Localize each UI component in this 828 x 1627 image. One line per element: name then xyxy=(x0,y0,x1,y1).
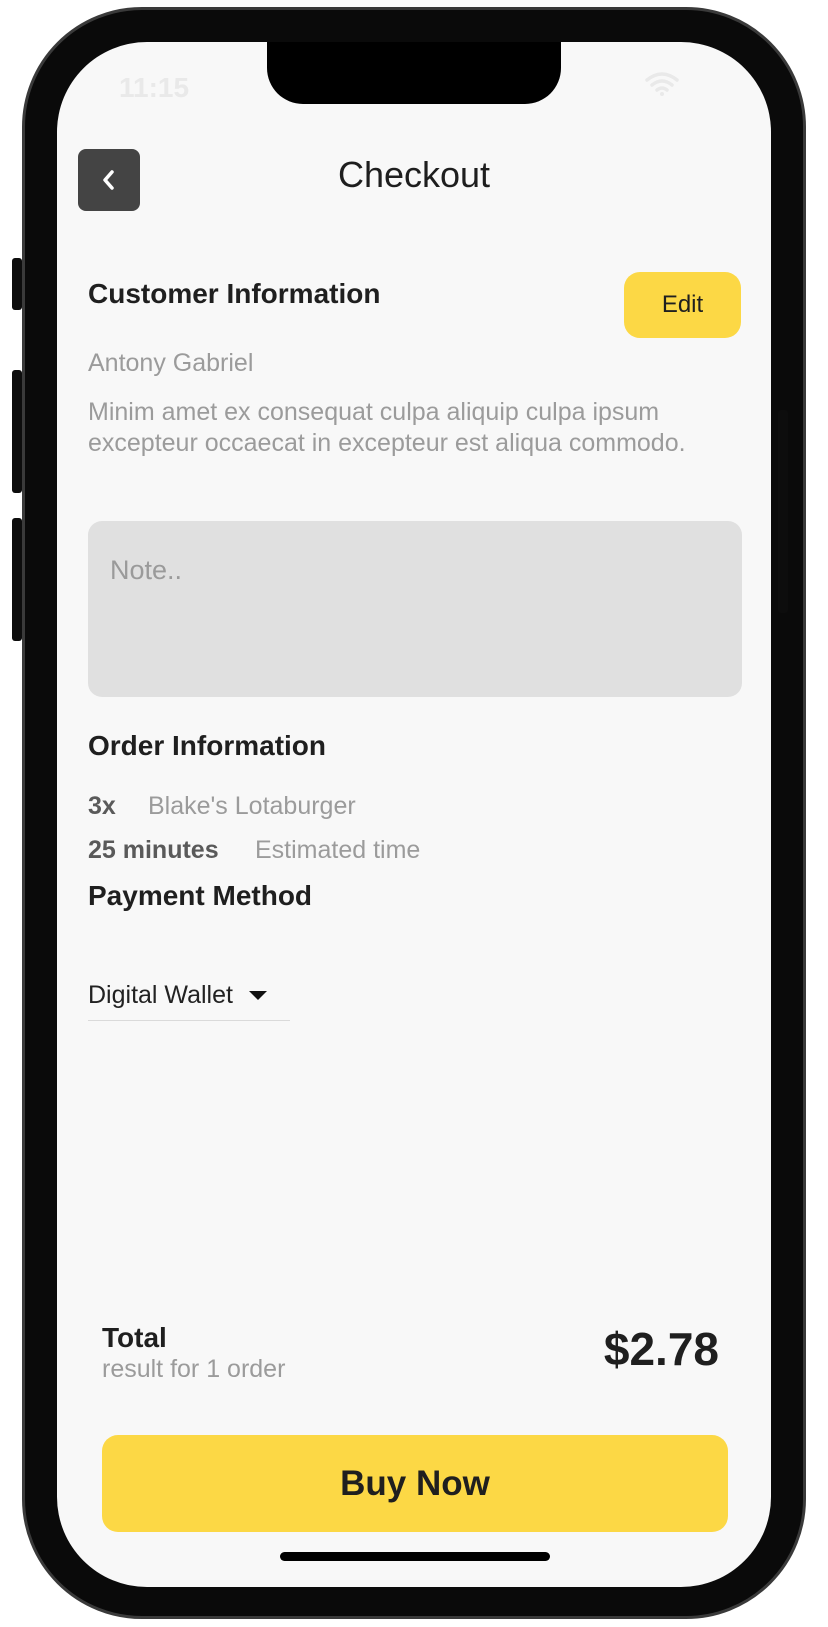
buy-now-button[interactable]: Buy Now xyxy=(102,1435,728,1532)
customer-info-heading: Customer Information xyxy=(88,278,381,309)
order-info-heading: Order Information xyxy=(88,730,327,761)
status-time: 11:15 xyxy=(119,72,190,103)
estimated-time-label: Estimated time xyxy=(255,836,421,864)
app-screen: 11:15 Checkout Customer Information Edit… xyxy=(57,42,771,1587)
order-quantity: 3x xyxy=(88,792,116,820)
note-input[interactable] xyxy=(88,521,742,697)
power-button xyxy=(778,410,788,613)
customer-address: Minim amet ex consequat culpa aliquip cu… xyxy=(88,398,686,457)
mute-switch xyxy=(12,258,22,310)
volume-down-button xyxy=(12,518,22,641)
total-subtitle: result for 1 order xyxy=(102,1355,286,1383)
volume-up-button xyxy=(12,370,22,493)
wifi-icon xyxy=(645,72,679,96)
order-item-name: Blake's Lotaburger xyxy=(148,792,356,820)
estimated-time-value: 25 minutes xyxy=(88,836,219,864)
customer-name: Antony Gabriel xyxy=(88,349,254,377)
page-title: Checkout xyxy=(337,154,491,195)
payment-method-value: Digital Wallet xyxy=(88,980,233,1009)
total-amount: $2.78 xyxy=(603,1323,719,1375)
payment-method-heading: Payment Method xyxy=(88,880,313,911)
order-time-row: 25 minutes Estimated time xyxy=(88,836,420,865)
order-item-row: 3x Blake's Lotaburger xyxy=(88,792,356,821)
caret-down-icon xyxy=(248,990,267,1000)
total-label: Total xyxy=(102,1322,167,1353)
payment-method-dropdown[interactable]: Digital Wallet xyxy=(88,970,290,1021)
edit-button[interactable]: Edit xyxy=(624,272,741,338)
notch xyxy=(267,42,561,104)
home-indicator xyxy=(280,1552,550,1561)
